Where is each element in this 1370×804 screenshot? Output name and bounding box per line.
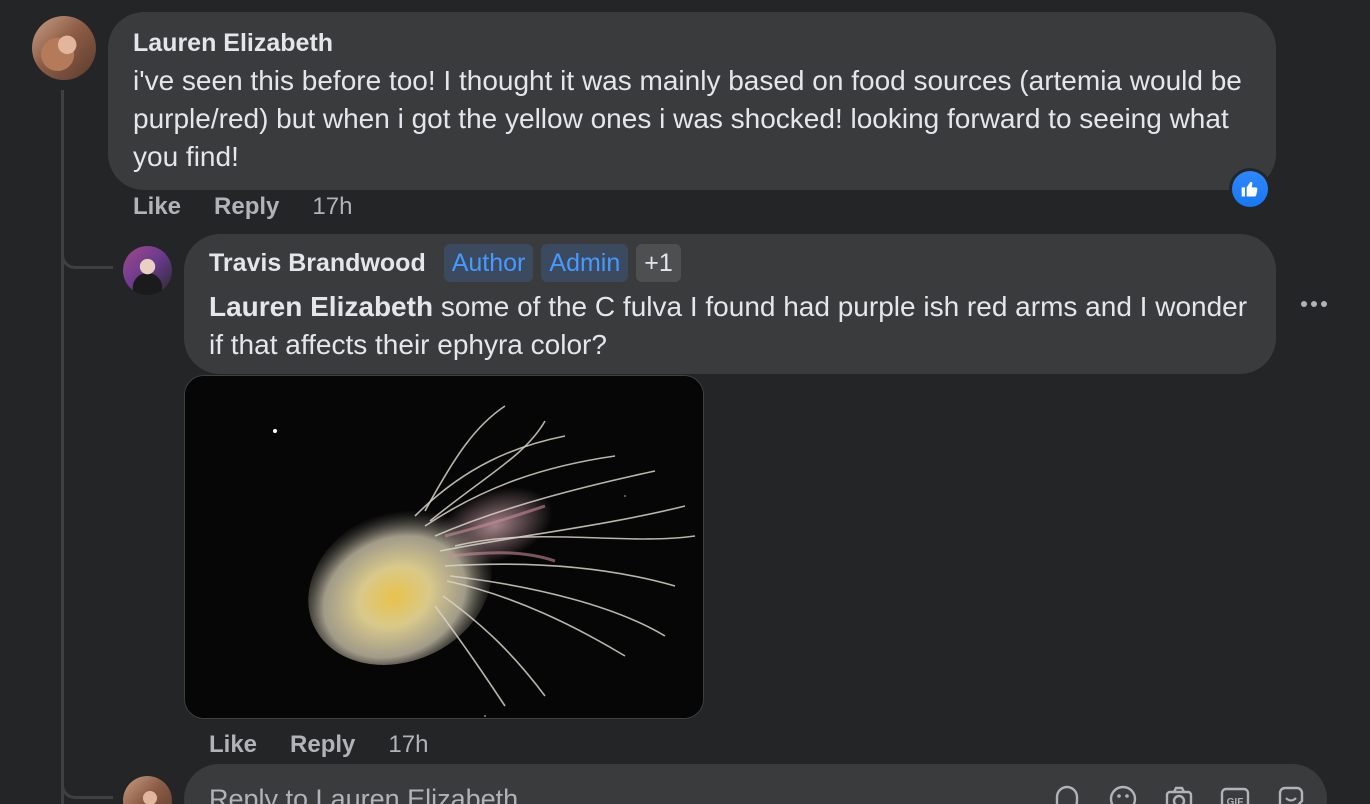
thread-branch [61,770,113,799]
comment-thread: Lauren Elizabeth i've seen this before t… [0,0,1370,804]
reply-button[interactable]: Reply [290,731,355,759]
like-button[interactable]: Like [209,731,257,759]
admin-badge[interactable]: Admin [541,244,629,282]
more-badges[interactable]: +1 [636,244,681,282]
comment-actions: Like Reply 17h [209,731,428,759]
comment-author[interactable]: Lauren Elizabeth [133,28,1252,58]
more-options-icon[interactable] [1296,286,1332,322]
reply-composer: GIF [184,764,1327,804]
avatar-current-user[interactable] [123,776,172,804]
emoji-icon[interactable] [1106,782,1140,804]
camera-icon[interactable] [1162,782,1196,804]
reply-input[interactable] [209,784,909,804]
reaction-count[interactable] [1229,168,1271,210]
sticker-icon[interactable] [1050,782,1084,804]
composer-toolbar: GIF [1050,782,1308,804]
avatar-sticker-icon[interactable] [1274,782,1308,804]
avatar-lauren-elizabeth[interactable] [32,16,96,80]
author-badge[interactable]: Author [443,244,534,282]
comment-text: Lauren Elizabeth some of the C fulva I f… [209,288,1252,364]
mention-link[interactable]: Lauren Elizabeth [209,291,433,322]
comment-author[interactable]: Travis Brandwood [209,248,426,278]
like-button[interactable]: Like [133,193,181,221]
jellyfish-photo[interactable] [184,375,704,719]
thread-branch [61,240,113,269]
comment-header: Travis Brandwood Author Admin +1 [209,244,1252,282]
reply-button[interactable]: Reply [214,193,279,221]
thread-line [61,90,64,804]
svg-text:GIF: GIF [1227,797,1244,804]
timestamp[interactable]: 17h [312,193,352,221]
gif-icon[interactable]: GIF [1218,782,1252,804]
comment-bubble: Travis Brandwood Author Admin +1 Lauren … [184,234,1276,374]
comment-text: i've seen this before too! I thought it … [133,65,1242,172]
timestamp[interactable]: 17h [388,731,428,759]
avatar-travis-brandwood[interactable] [123,246,172,295]
like-icon [1232,171,1268,207]
comment-actions: Like Reply 17h [133,193,352,221]
comment-bubble: Lauren Elizabeth i've seen this before t… [108,12,1276,190]
